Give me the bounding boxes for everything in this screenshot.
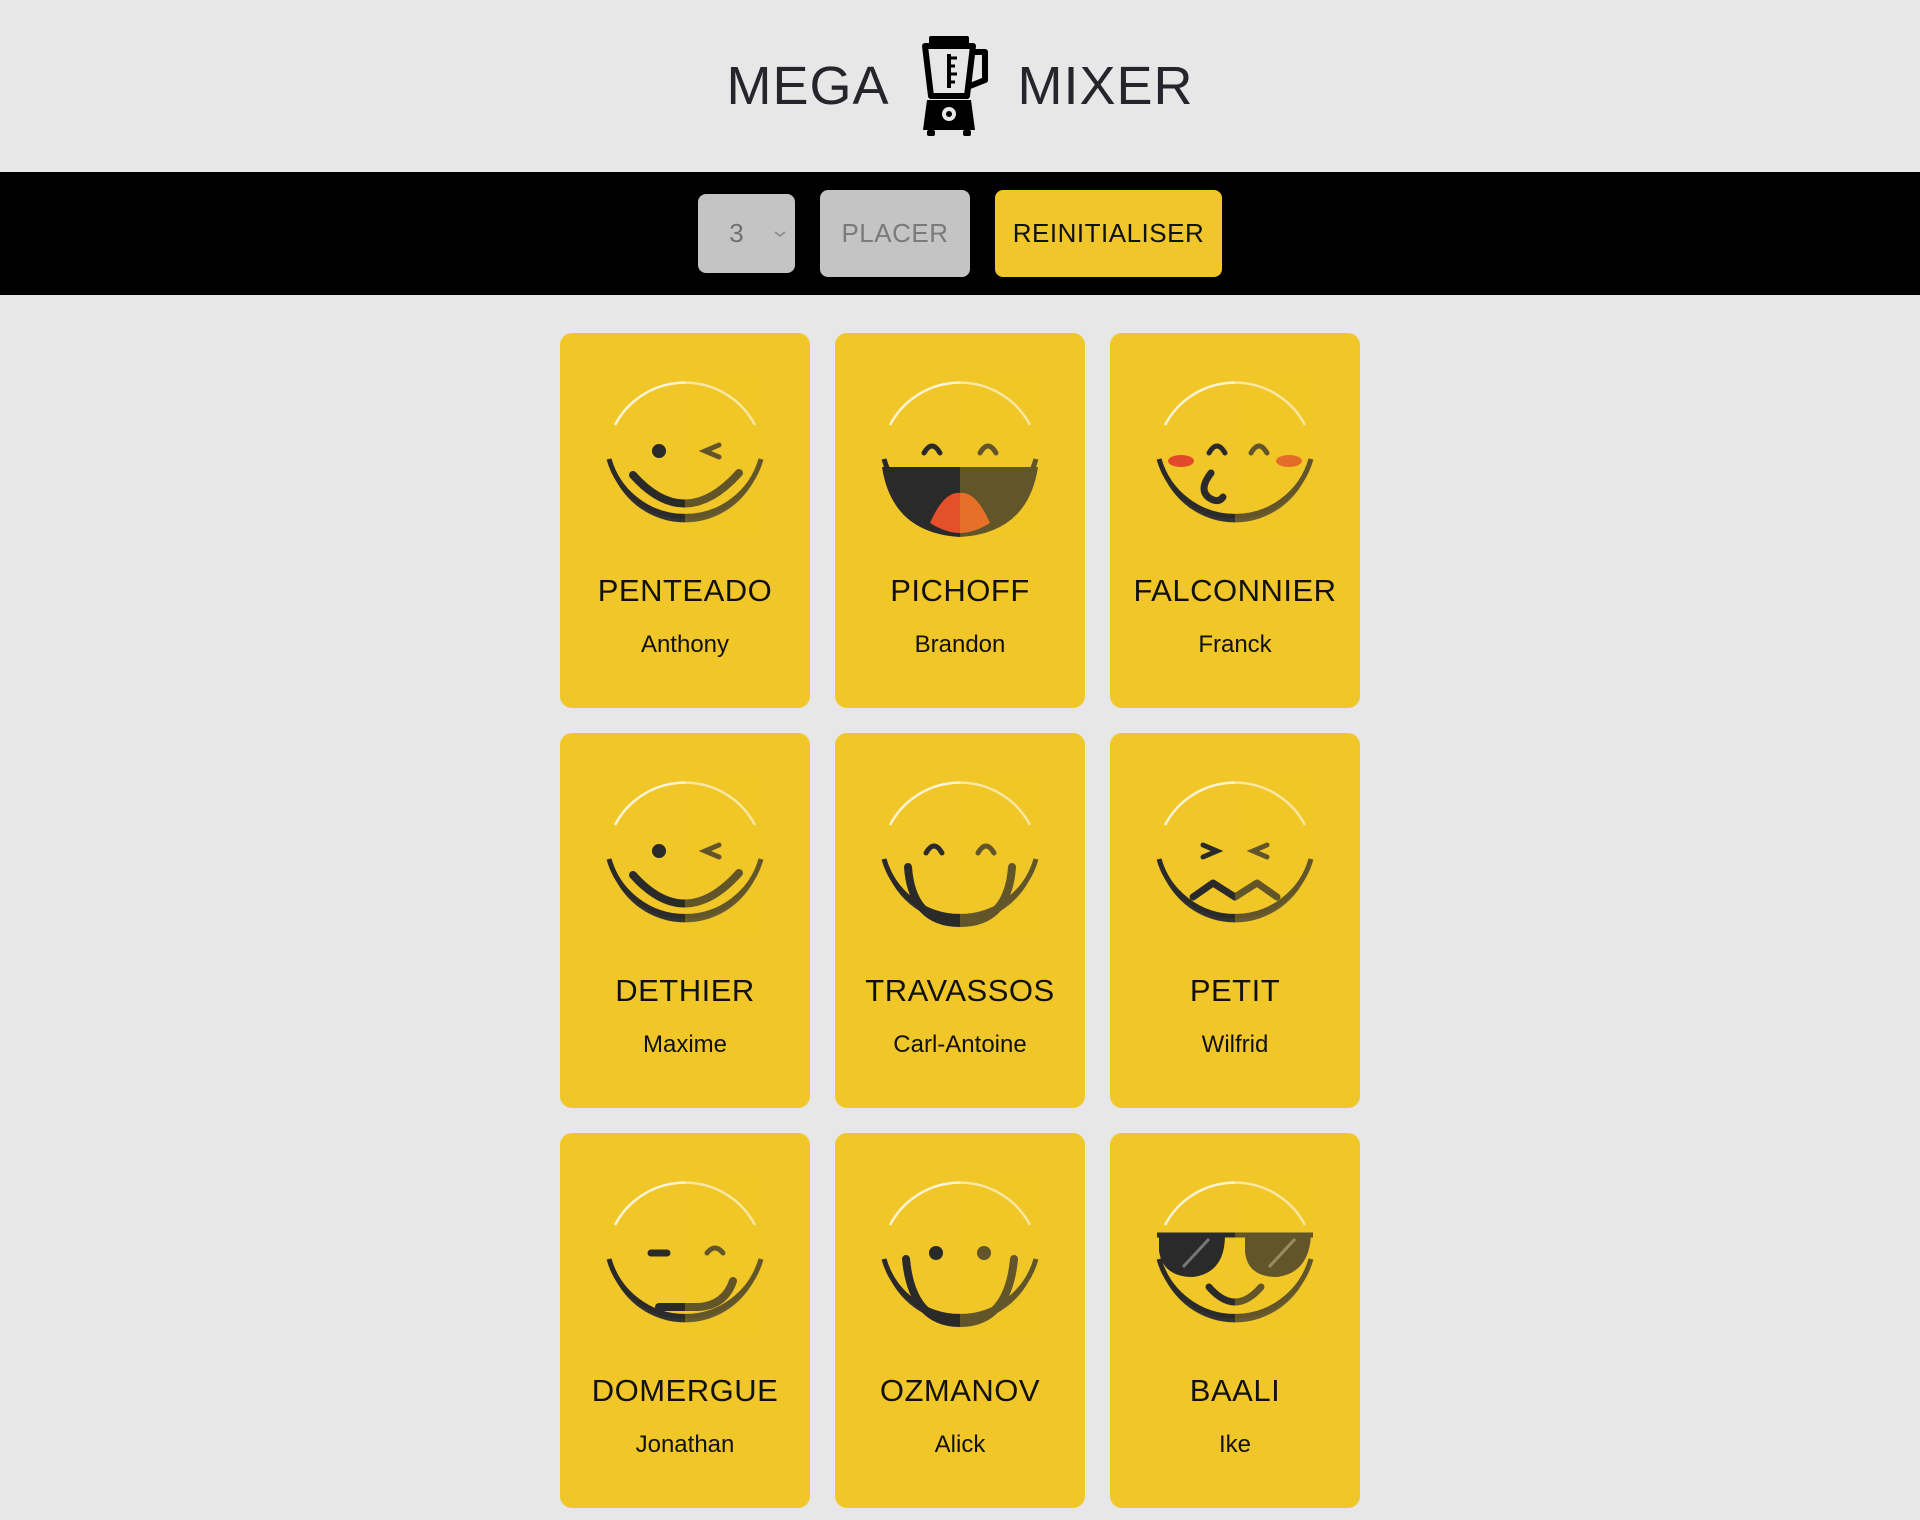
person-card[interactable]: DETHIER Maxime (560, 733, 810, 1108)
people-grid: PENTEADO Anthony PICHOFF Brandon FALCONN… (560, 333, 1360, 1508)
person-first-name: Anthony (640, 631, 730, 658)
person-card[interactable]: OZMANOV Alick (835, 1133, 1085, 1508)
group-size-select[interactable]: 3 (698, 194, 795, 273)
person-last-name: PENTEADO (597, 573, 773, 608)
winking-face-icon (606, 373, 767, 543)
person-first-name: Wilfrid (1201, 1031, 1269, 1058)
person-first-name: Alick (934, 1431, 986, 1458)
person-first-name: Carl-Antoine (893, 1031, 1027, 1058)
person-last-name: PETIT (1189, 973, 1281, 1008)
toolbar: 3 PLACER REINITIALISER (0, 172, 1920, 295)
app-header: MEGA MIXER (0, 0, 1920, 172)
smirking-face-icon (606, 1173, 767, 1343)
person-first-name: Franck (1198, 631, 1272, 658)
happy-face-icon (881, 773, 1042, 943)
person-card[interactable]: FALCONNIER Franck (1110, 333, 1360, 708)
winking-face-icon (606, 773, 767, 943)
person-last-name: DOMERGUE (591, 1373, 779, 1408)
person-card[interactable]: BAALI Ike (1110, 1133, 1360, 1508)
blushing-face-icon (1156, 373, 1317, 543)
person-card[interactable]: PENTEADO Anthony (560, 333, 810, 708)
place-button[interactable]: PLACER (820, 190, 970, 277)
reset-button[interactable]: REINITIALISER (995, 190, 1222, 277)
chevron-down-icon (774, 230, 786, 237)
person-first-name: Brandon (914, 631, 1006, 658)
group-size-value: 3 (729, 218, 744, 248)
person-card[interactable]: PICHOFF Brandon (835, 333, 1085, 708)
person-last-name: FALCONNIER (1133, 573, 1337, 608)
person-last-name: TRAVASSOS (865, 973, 1055, 1008)
person-first-name: Maxime (642, 1031, 727, 1058)
smiling-face-icon (881, 1173, 1042, 1343)
person-card[interactable]: PETIT Wilfrid (1110, 733, 1360, 1108)
person-first-name: Jonathan (635, 1431, 735, 1458)
person-card[interactable]: DOMERGUE Jonathan (560, 1133, 810, 1508)
person-last-name: DETHIER (615, 973, 755, 1008)
title-right: MIXER (1017, 56, 1194, 116)
laughing-face-icon (881, 373, 1042, 543)
sunglasses-face-icon (1156, 1173, 1317, 1343)
blender-icon (914, 34, 994, 138)
confounded-face-icon (1156, 773, 1317, 943)
person-last-name: PICHOFF (890, 573, 1030, 608)
person-last-name: BAALI (1189, 1373, 1281, 1408)
person-first-name: Ike (1218, 1431, 1251, 1458)
person-card[interactable]: TRAVASSOS Carl-Antoine (835, 733, 1085, 1108)
person-last-name: OZMANOV (879, 1373, 1041, 1408)
title-left: MEGA (726, 56, 890, 116)
